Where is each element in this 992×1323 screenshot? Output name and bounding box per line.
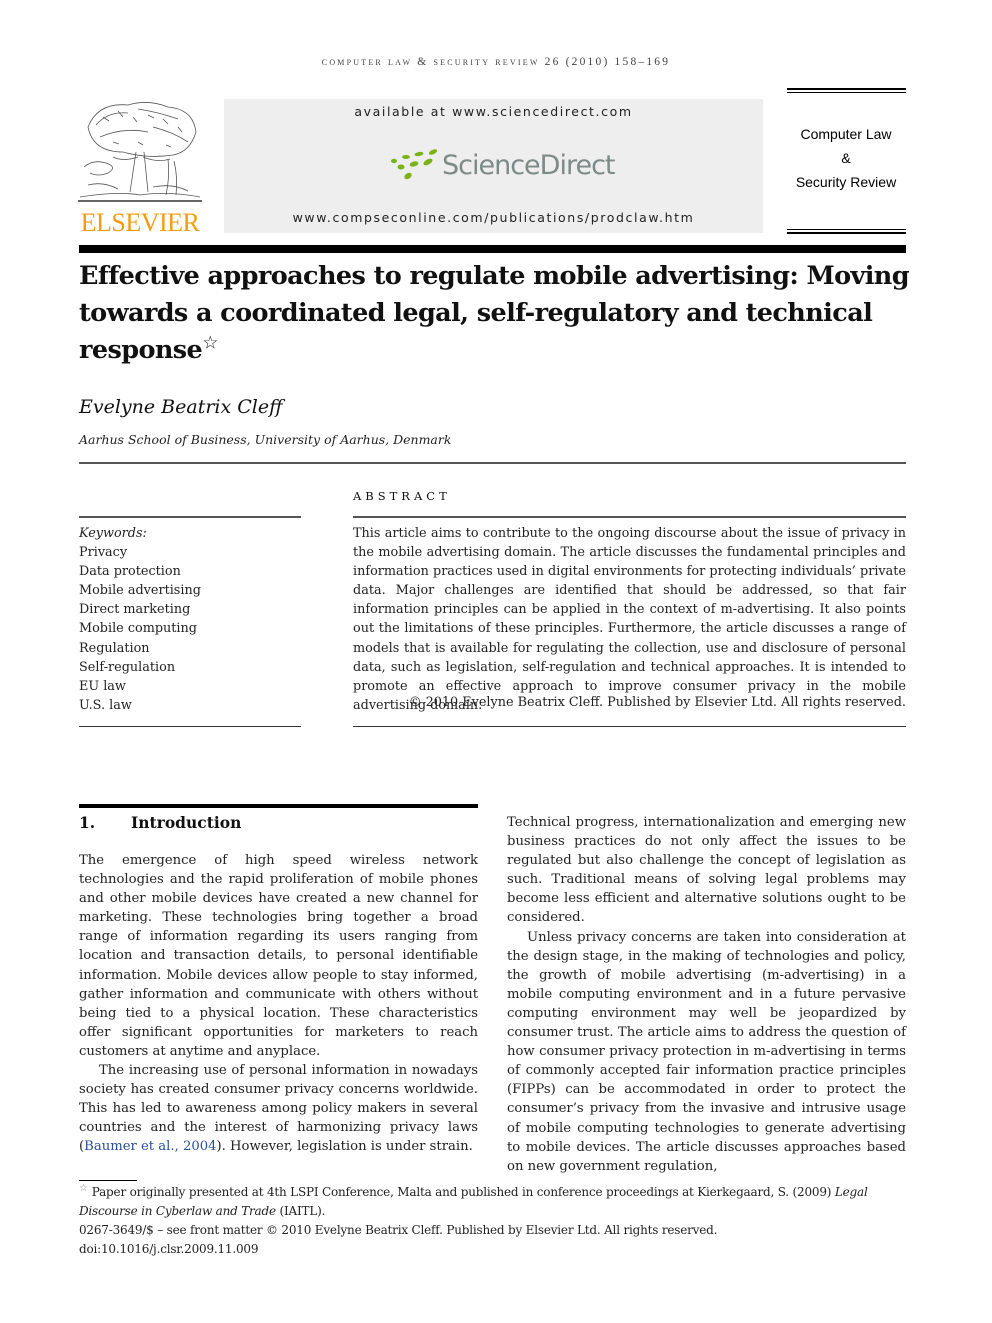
abstract-text: This article aims to contribute to the o… [353, 526, 906, 713]
footnote-text: (IAITL). [275, 1204, 326, 1218]
journal-title-line-3: Security Review [795, 174, 897, 190]
journal-title-line-2: & [841, 150, 851, 166]
abstract-copyright: © 2010 Evelyne Beatrix Cleff. Published … [408, 695, 906, 710]
author-name: Evelyne Beatrix Cleff [79, 396, 283, 418]
keyword-item: Data protection [79, 564, 181, 580]
title-footnote-star-icon[interactable]: ☆ [202, 333, 218, 354]
abstract-heading: ABSTRACT [353, 489, 451, 503]
keywords-label: Keywords: [79, 526, 147, 541]
body-column-right: Technical progress, internationalization… [507, 813, 906, 1176]
elsevier-tree-icon [78, 97, 202, 207]
keyword-item: U.S. law [79, 697, 132, 713]
paragraph: Unless privacy concerns are taken into c… [507, 929, 906, 1174]
paragraph: The emergence of high speed wireless net… [79, 853, 478, 1059]
abstract-rule-top [353, 516, 906, 518]
keyword-item: Direct marketing [79, 602, 191, 618]
journal-box-rule-top [787, 88, 906, 90]
body-column-left: The emergence of high speed wireless net… [79, 851, 478, 1157]
elsevier-logo: ELSEVIER [80, 208, 200, 237]
journal-box-rule-top-thin [787, 92, 906, 93]
journal-url-link[interactable]: www.compseconline.com/publications/prodc… [224, 210, 763, 225]
sciencedirect-dots-icon [388, 148, 444, 188]
article-title: Effective approaches to regulate mobile … [79, 258, 910, 369]
paragraph-text: ). However, legislation is under strain. [216, 1139, 473, 1155]
paragraph: The increasing use of personal informati… [79, 1061, 478, 1156]
keyword-item: Privacy [79, 545, 128, 561]
journal-box-rule-bottom-thin [787, 229, 906, 230]
citation-link[interactable]: Baumer et al., 2004 [84, 1139, 216, 1154]
footnote-text: Paper originally presented at 4th LSPI C… [91, 1185, 835, 1199]
keyword-item: Mobile computing [79, 621, 197, 637]
keyword-item: EU law [79, 678, 126, 694]
keywords-rule-top [79, 516, 301, 518]
sciencedirect-availability[interactable]: available at www.sciencedirect.com [224, 104, 763, 119]
section-number: 1. [79, 813, 96, 832]
section-title: Introduction [131, 813, 242, 832]
paragraph: Technical progress, internationalization… [507, 815, 906, 926]
keyword-item: Regulation [79, 640, 150, 656]
abstract-rule-bottom [353, 726, 906, 727]
keywords-rule-bottom [79, 726, 301, 727]
author-affiliation: Aarhus School of Business, University of… [79, 432, 452, 447]
doi-link[interactable]: doi:10.1016/j.clsr.2009.11.009 [79, 1240, 909, 1259]
section-rule [79, 804, 478, 808]
front-matter-note: 0267-3649/$ – see front matter © 2010 Ev… [79, 1223, 718, 1237]
header-divider [79, 245, 906, 253]
keywords-list: Keywords: Privacy Data protection Mobile… [79, 524, 301, 715]
footnote-star-icon: ☆ [79, 1183, 88, 1194]
affiliation-divider [79, 462, 906, 464]
footnote-rule [79, 1180, 137, 1181]
section-heading: 1. Introduction [79, 813, 241, 832]
footnotes: ☆ Paper originally presented at 4th LSPI … [79, 1183, 909, 1259]
title-footnote: ☆ Paper originally presented at 4th LSPI … [79, 1183, 909, 1221]
sciencedirect-logo: ScienceDirect [442, 150, 616, 181]
journal-box-rule-bottom [787, 232, 906, 234]
journal-title-line-1: Computer Law [800, 126, 892, 142]
journal-title: Computer Law & Security Review [783, 122, 909, 194]
keyword-item: Mobile advertising [79, 583, 201, 599]
keyword-item: Self-regulation [79, 659, 176, 675]
running-head: computer law & security review 26 (2010)… [321, 56, 671, 68]
